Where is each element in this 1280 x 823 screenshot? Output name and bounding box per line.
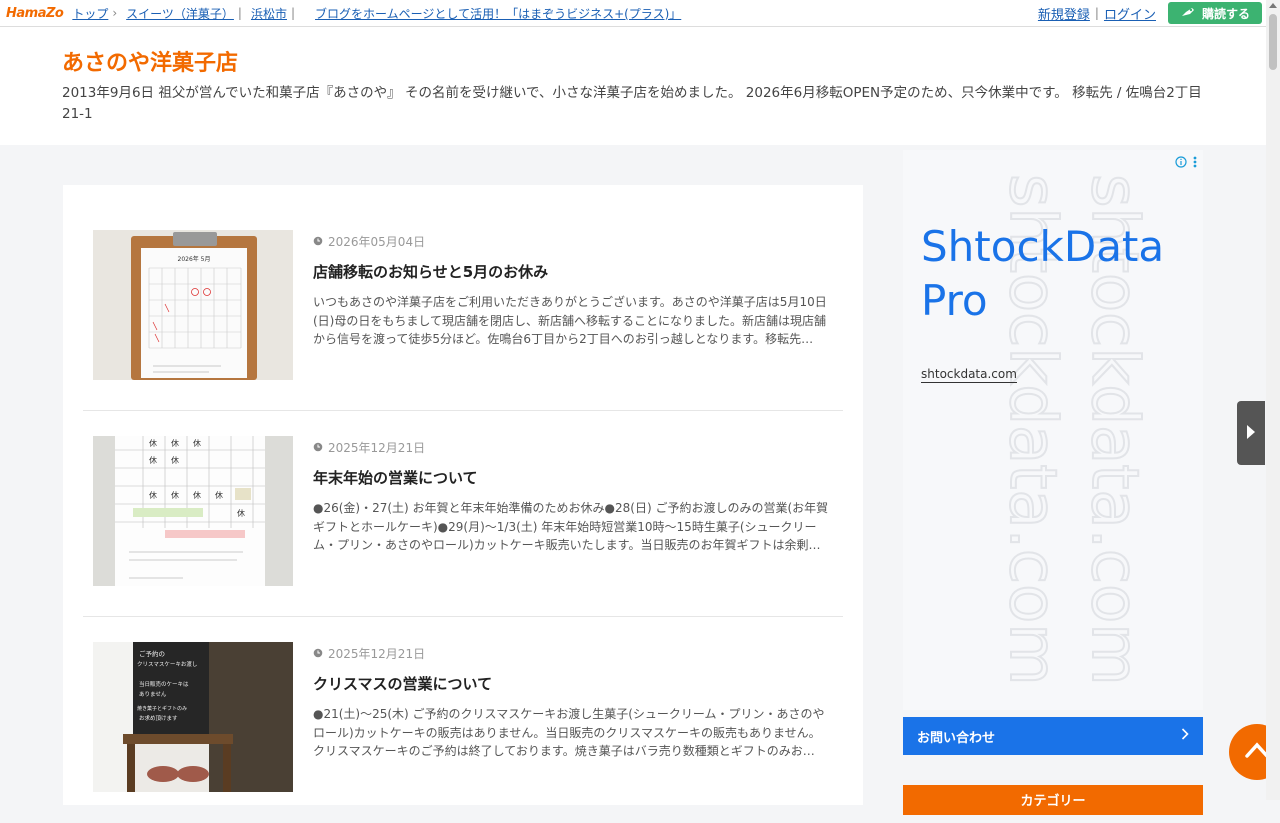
rocket-icon [1180,6,1196,21]
post-date: 2025年12月21日 [313,439,425,456]
sidebar-ad[interactable]: shtockdata.com shtockdata.com ShtockData… [903,150,1203,710]
post-excerpt: ●21(土)〜25(木) ご予約のクリスマスケーキお渡し生菓子(シュークリーム・… [313,707,825,758]
scrollbar-thumb[interactable] [1269,14,1277,70]
blog-description: 2013年9月6日 祖父が営んでいた和菓子店『あさのや』 その名前を受け継いで、… [62,85,1202,122]
post-date: 2026年05月04日 [313,233,425,250]
contact-label: お問い合わせ [917,730,996,746]
post-list: 2026年 5月 2026年05月04日 店舗移転のお知らせと5月のお休み いつ… [63,185,863,805]
info-icon[interactable] [1175,156,1187,171]
post-date-text: 2025年12月21日 [328,441,426,455]
clock-icon [313,647,323,661]
post-thumbnail[interactable]: ご予約の クリスマスケーキお渡し 当日販売のケーキは ありません 焼き菓子とギフ… [93,642,293,792]
subscribe-button[interactable]: 購読する [1167,2,1262,24]
breadcrumb-sweets[interactable]: スイーツ（洋菓子） [126,5,234,22]
post-date: 2025年12月21日 [313,645,425,662]
caret-right-icon [1246,424,1256,443]
post-date-text: 2025年12月21日 [328,647,426,661]
register-link[interactable]: 新規登録 [1038,4,1090,23]
dec-cell: 休 [171,438,179,448]
clock-icon [313,441,323,455]
post-title[interactable]: 店舗移転のお知らせと5月のお休み [313,261,548,282]
subscribe-label: 購読する [1201,6,1250,21]
scrollbar-track[interactable] [1266,0,1280,800]
account-links: 新規登録 | ログイン 購読する [1038,2,1266,24]
link-separator: | [1094,6,1099,20]
post-excerpt: いつもあさのや洋菓子店をご利用いただきありがとうございます。あさのや洋菓子店は5… [313,295,827,346]
hamazo-logo[interactable]: HamaZo [6,6,64,21]
breadcrumb-separator: | [290,6,296,20]
breadcrumb-top[interactable]: トップ [72,5,108,22]
breadcrumb-separator: | [237,6,242,20]
post-title[interactable]: クリスマスの営業について [313,673,492,694]
dec-cell: 休 [193,490,201,500]
board-line: クリスマスケーキお渡し [137,660,197,668]
dec-cell: 休 [193,438,201,448]
contact-button[interactable]: お問い合わせ [903,717,1203,755]
board-line: お求め頂けます [139,714,178,722]
post-thumbnail[interactable]: 休 休 休 休 休 休 休 休 休 休 休 [93,436,293,586]
top-bar: HamaZo トップ › スイーツ（洋菓子） | 浜松市 | ブログをホームペー… [0,0,1266,27]
board-line: 焼き菓子とギフトのみ [137,705,187,712]
more-icon[interactable] [1193,156,1197,171]
ad-title[interactable]: ShtockData Pro [921,220,1191,328]
post-item[interactable]: 休 休 休 休 休 休 休 休 休 休 休 [83,411,843,617]
post-date-text: 2026年05月04日 [328,235,426,249]
clock-icon [313,235,323,249]
ad-choices[interactable] [1175,156,1197,171]
ad-url[interactable]: shtockdata.com [921,367,1017,383]
breadcrumb-separator: › [112,6,118,20]
dec-cell: 休 [237,508,245,518]
side-panel-toggle[interactable] [1237,401,1265,465]
board-line: ご予約の [139,649,165,658]
post-thumbnail[interactable]: 2026年 5月 [93,230,293,380]
breadcrumb-hamamatsu[interactable]: 浜松市 [251,5,287,22]
calendar-title: 2026年 5月 [178,255,211,263]
chevron-right-icon [1181,728,1189,744]
post-excerpt: ●26(金)・27(土) お年賀と年末年始準備のためお休み●28(日) ご予約お… [313,501,829,552]
category-header[interactable]: カテゴリー [903,785,1203,815]
board-line: 当日販売のケーキは [139,680,189,688]
post-item[interactable]: ご予約の クリスマスケーキお渡し 当日販売のケーキは ありません 焼き菓子とギフ… [83,617,843,823]
dec-cell: 休 [171,490,179,500]
blog-header: あさのや洋菓子店 2013年9月6日 祖父が営んでいた和菓子店『あさのや』 その… [0,27,1266,145]
post-title[interactable]: 年末年始の営業について [313,467,478,488]
dec-cell: 休 [149,438,157,448]
dec-cell: 休 [171,455,179,465]
scroll-up-arrow[interactable] [1269,3,1277,8]
blog-title[interactable]: あさのや洋菓子店 [62,45,238,77]
dec-cell: 休 [215,490,223,500]
promo-link[interactable]: ブログをホームページとして活用！「はまぞうビジネス+(プラス)」 [315,5,681,22]
board-line: ありません [139,691,167,698]
post-item[interactable]: 2026年 5月 2026年05月04日 店舗移転のお知らせと5月のお休み いつ… [83,205,843,411]
dec-cell: 休 [149,455,157,465]
dec-cell: 休 [149,490,157,500]
login-link[interactable]: ログイン [1104,4,1156,23]
